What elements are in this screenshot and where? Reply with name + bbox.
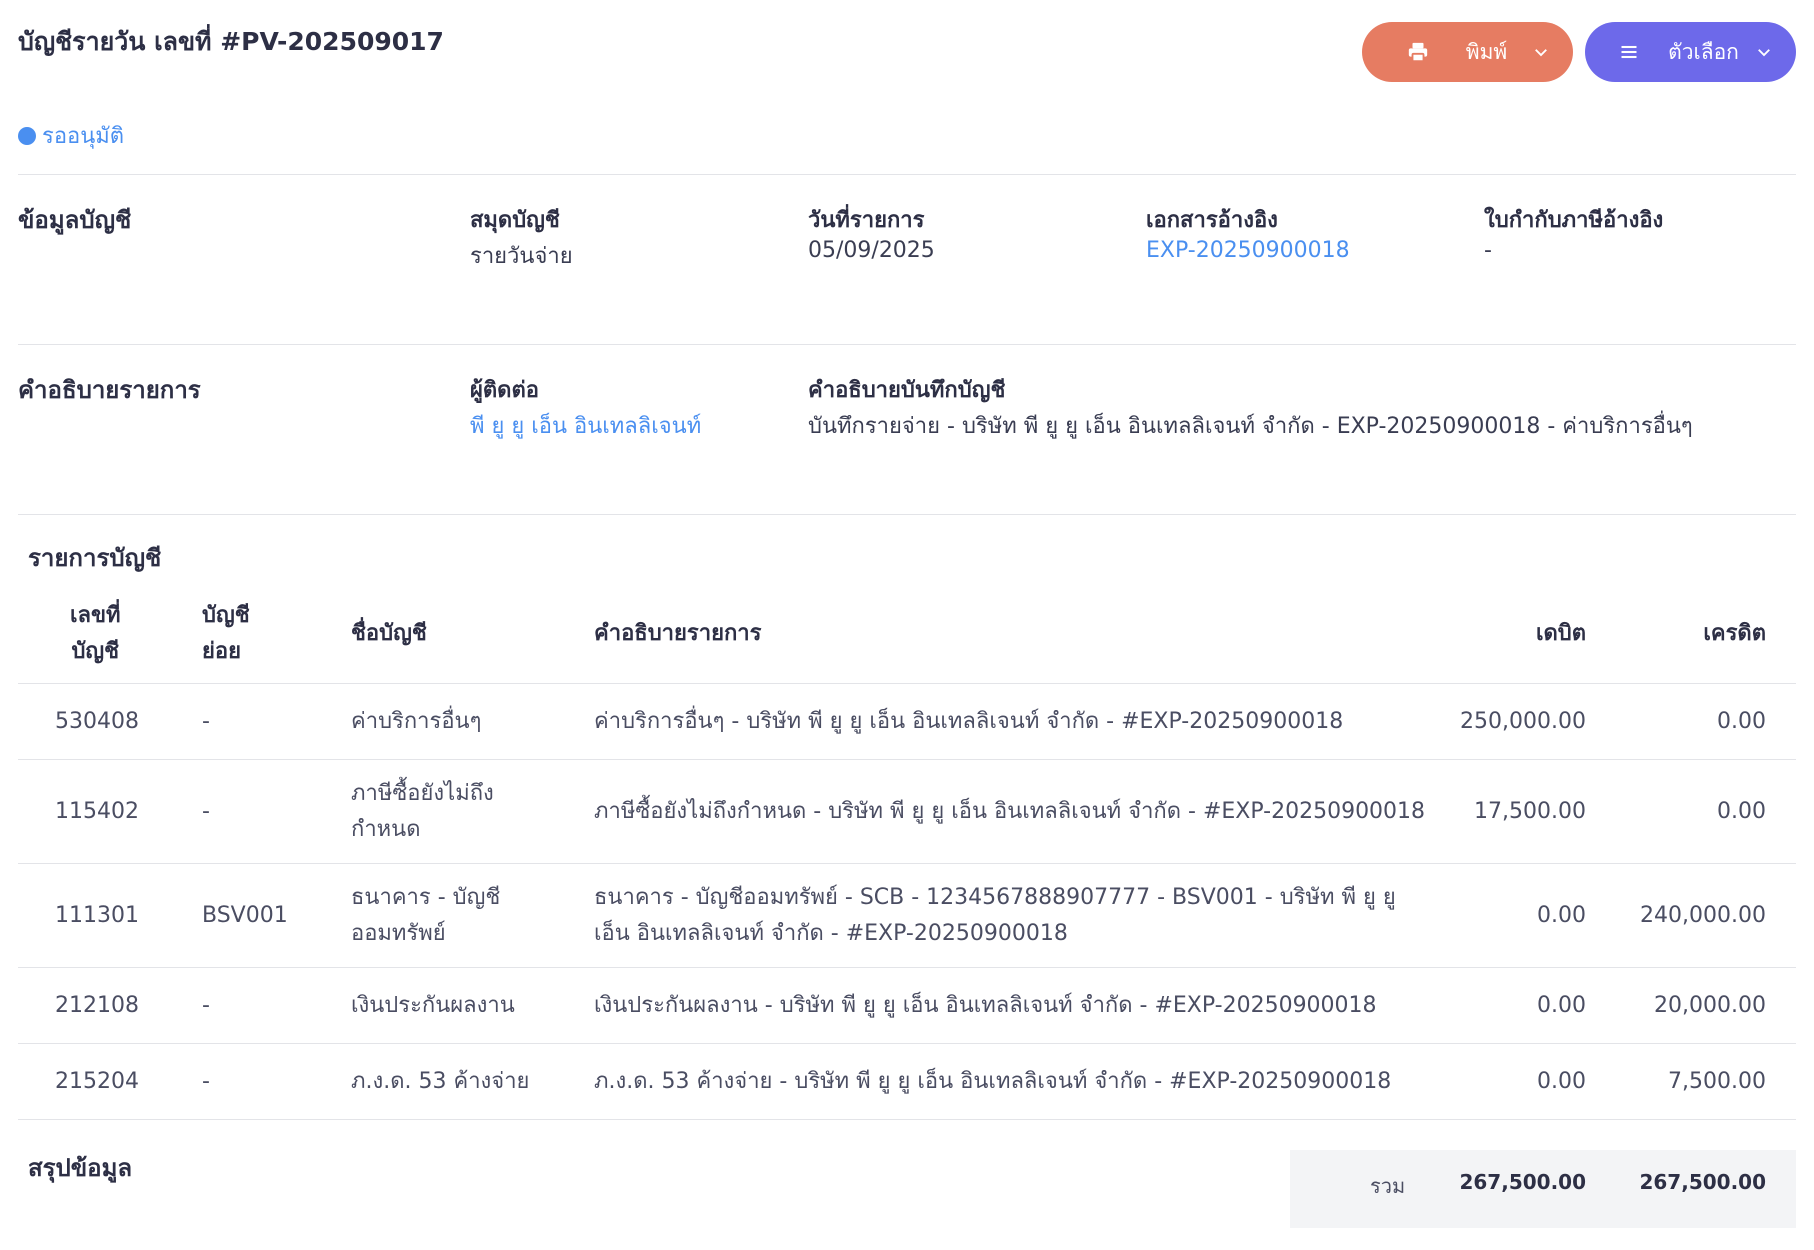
status-badge: รออนุมัติ bbox=[18, 118, 124, 153]
cell-account-no: 530408 bbox=[55, 709, 139, 734]
cell-account-name: เงินประกันผลงาน bbox=[351, 993, 515, 1018]
print-label: พิมพ์ bbox=[1465, 40, 1508, 64]
ref-doc-label: เอกสารอ้างอิง bbox=[1146, 208, 1278, 233]
ref-doc-link[interactable]: EXP-20250900018 bbox=[1146, 238, 1350, 263]
account-info-heading: ข้อมูลบัญชี bbox=[18, 206, 132, 234]
cell-credit: 240,000.00 bbox=[1640, 903, 1766, 928]
date-label: วันที่รายการ bbox=[808, 208, 925, 233]
menu-icon bbox=[1617, 40, 1641, 64]
book-label: สมุดบัญชี bbox=[470, 208, 560, 233]
cell-account-no: 215204 bbox=[55, 1069, 139, 1094]
note-value: บันทึกรายจ่าย - บริษัท พี ยู ยู เอ็น อิน… bbox=[808, 414, 1693, 439]
chevron-down-icon bbox=[1531, 42, 1551, 62]
tax-ref-label: ใบกำกับภาษีอ้างอิง bbox=[1484, 208, 1664, 233]
cell-account-no: 111301 bbox=[55, 903, 139, 928]
header-debit: เดบิต bbox=[1535, 621, 1586, 646]
divider bbox=[18, 344, 1796, 345]
cell-sub-account: - bbox=[202, 993, 210, 1018]
divider bbox=[18, 174, 1796, 175]
cell-account-name-line1: ธนาคาร - บัญชี bbox=[351, 885, 501, 910]
table-row[interactable]: 115402 - ภาษีซื้อยังไม่ถึง กำหนด ภาษีซื้… bbox=[18, 760, 1796, 864]
cell-sub-account: BSV001 bbox=[202, 903, 288, 928]
contact-label: ผู้ติดต่อ bbox=[470, 378, 539, 403]
status-dot-icon bbox=[18, 126, 36, 145]
table-row[interactable]: 530408 - ค่าบริการอื่นๆ ค่าบริการอื่นๆ -… bbox=[18, 684, 1796, 760]
tax-ref-value: - bbox=[1484, 238, 1492, 263]
table-row[interactable]: 111301 BSV001 ธนาคาร - บัญชี ออมทรัพย์ ธ… bbox=[18, 864, 1796, 968]
description-heading: คำอธิบายรายการ bbox=[18, 376, 201, 404]
total-credit: 267,500.00 bbox=[1639, 1170, 1766, 1194]
total-debit: 267,500.00 bbox=[1459, 1170, 1586, 1194]
cell-description-line2: เอ็น อินเทลลิเจนท์ จำกัด - #EXP-20250900… bbox=[594, 921, 1068, 946]
contact-link[interactable]: พี ยู ยู เอ็น อินเทลลิเจนท์ bbox=[470, 408, 701, 443]
cell-sub-account: - bbox=[202, 1069, 210, 1094]
page-header: บัญชีรายวัน เลขที่ #PV-202509017 พิมพ์ ต… bbox=[18, 20, 1796, 90]
cell-description: เงินประกันผลงาน - บริษัท พี ยู ยู เอ็น อ… bbox=[594, 993, 1377, 1018]
book-value: รายวันจ่าย bbox=[470, 244, 573, 269]
cell-account-name: ค่าบริการอื่นๆ bbox=[351, 709, 482, 734]
table-header: เลขที่ บัญชี บัญชี ย่อย ชื่อบัญชี คำอธิบ… bbox=[18, 588, 1796, 684]
header-sub-line2: ย่อย bbox=[202, 639, 241, 664]
status-label: รออนุมัติ bbox=[42, 124, 125, 149]
cell-debit: 17,500.00 bbox=[1474, 799, 1586, 824]
cell-account-no: 115402 bbox=[55, 799, 139, 824]
header-account-no-line1: เลขที่ bbox=[70, 603, 121, 628]
cell-description: ธนาคาร - บัญชีออมทรัพย์ - SCB - 12345678… bbox=[594, 880, 1396, 952]
cell-credit: 0.00 bbox=[1717, 799, 1766, 824]
header-actions: พิมพ์ ตัวเลือก bbox=[1362, 22, 1796, 82]
options-button[interactable]: ตัวเลือก bbox=[1585, 22, 1796, 82]
cell-account-name-line1: ภาษีซื้อยังไม่ถึง bbox=[351, 781, 494, 806]
options-label: ตัวเลือก bbox=[1668, 40, 1739, 64]
print-button[interactable]: พิมพ์ bbox=[1362, 22, 1573, 82]
header-account-no-line2: บัญชี bbox=[71, 639, 120, 664]
note-label: คำอธิบายบันทึกบัญชี bbox=[808, 378, 1006, 403]
header-description: คำอธิบายรายการ bbox=[594, 621, 762, 646]
table-row[interactable]: 212108 - เงินประกันผลงาน เงินประกันผลงาน… bbox=[18, 968, 1796, 1044]
divider bbox=[18, 514, 1796, 515]
cell-credit: 7,500.00 bbox=[1668, 1069, 1766, 1094]
cell-account-no: 212108 bbox=[55, 993, 139, 1018]
cell-debit: 0.00 bbox=[1537, 903, 1586, 928]
cell-description: ภาษีซื้อยังไม่ถึงกำหนด - บริษัท พี ยู ยู… bbox=[594, 799, 1426, 824]
header-account-no: เลขที่ บัญชี bbox=[70, 598, 121, 670]
summary-heading: สรุปข้อมูล bbox=[28, 1154, 133, 1182]
cell-account-name-line2: ออมทรัพย์ bbox=[351, 921, 446, 946]
cell-description: ค่าบริการอื่นๆ - บริษัท พี ยู ยู เอ็น อิ… bbox=[594, 709, 1344, 734]
cell-account-name-line2: กำหนด bbox=[351, 817, 421, 842]
cell-credit: 0.00 bbox=[1717, 709, 1766, 734]
cell-sub-account: - bbox=[202, 799, 210, 824]
printer-icon bbox=[1406, 40, 1430, 64]
date-value: 05/09/2025 bbox=[808, 238, 935, 263]
cell-description-line1: ธนาคาร - บัญชีออมทรัพย์ - SCB - 12345678… bbox=[594, 885, 1396, 910]
header-credit: เครดิต bbox=[1703, 621, 1766, 646]
cell-account-name: ภ.ง.ด. 53 ค้างจ่าย bbox=[351, 1069, 530, 1094]
page-title: บัญชีรายวัน เลขที่ #PV-202509017 bbox=[18, 27, 444, 56]
cell-sub-account: - bbox=[202, 709, 210, 734]
total-label: รวม bbox=[1370, 1174, 1406, 1198]
cell-account-name: ธนาคาร - บัญชี ออมทรัพย์ bbox=[351, 880, 500, 952]
cell-debit: 0.00 bbox=[1537, 993, 1586, 1018]
table-row[interactable]: 215204 - ภ.ง.ด. 53 ค้างจ่าย ภ.ง.ด. 53 ค้… bbox=[18, 1044, 1796, 1120]
cell-credit: 20,000.00 bbox=[1654, 993, 1766, 1018]
cell-account-name: ภาษีซื้อยังไม่ถึง กำหนด bbox=[351, 776, 494, 848]
chevron-down-icon bbox=[1754, 42, 1774, 62]
entries-heading: รายการบัญชี bbox=[28, 544, 162, 572]
header-sub-account: บัญชี ย่อย bbox=[202, 598, 250, 670]
header-account-name: ชื่อบัญชี bbox=[351, 621, 427, 646]
cell-description: ภ.ง.ด. 53 ค้างจ่าย - บริษัท พี ยู ยู เอ็… bbox=[594, 1069, 1392, 1094]
cell-debit: 250,000.00 bbox=[1460, 709, 1586, 734]
cell-debit: 0.00 bbox=[1537, 1069, 1586, 1094]
header-sub-line1: บัญชี bbox=[202, 603, 250, 628]
summary-totals: รวม 267,500.00 267,500.00 bbox=[1290, 1150, 1796, 1228]
